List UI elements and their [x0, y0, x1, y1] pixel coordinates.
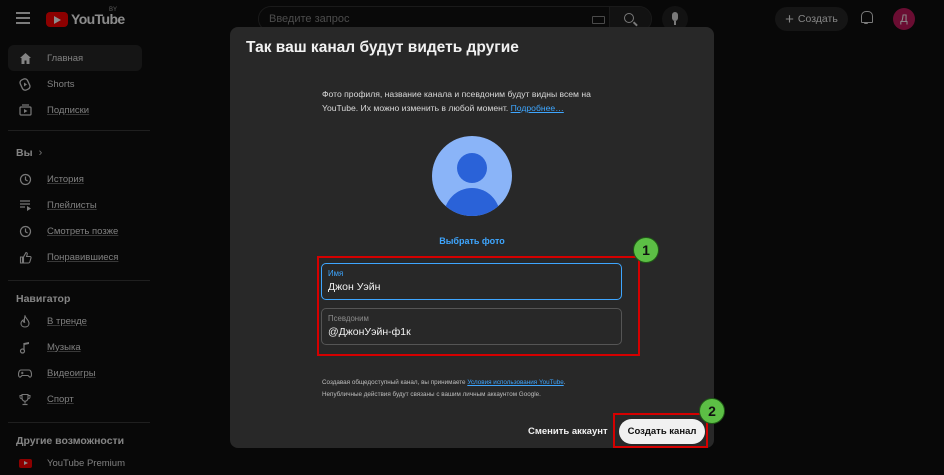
default-avatar-body [444, 188, 500, 216]
default-avatar-icon [457, 153, 487, 183]
learn-more-link[interactable]: Подробнее… [511, 103, 564, 113]
dialog-title: Так ваш канал будут видеть другие [246, 39, 519, 56]
terms-suffix: . [563, 379, 566, 386]
terms-line-2: Непубличные действия будут связаны с ваш… [322, 391, 541, 398]
annotation-highlight-fields [317, 256, 640, 356]
switch-account-button[interactable]: Сменить аккаунт [528, 426, 608, 437]
terms-of-service-link[interactable]: Условия использования YouTube [467, 379, 563, 386]
terms-notice: Создавая общедоступный канал, вы принима… [322, 377, 622, 401]
choose-photo-button[interactable]: Выбрать фото [420, 236, 524, 246]
terms-prefix: Создавая общедоступный канал, вы принима… [322, 379, 466, 386]
annotation-step-badge: 1 [633, 237, 659, 263]
annotation-step-badge: 2 [699, 398, 725, 424]
profile-picture-placeholder[interactable] [432, 136, 512, 216]
dialog-description: Фото профиля, название канала и псевдони… [322, 87, 622, 115]
annotation-highlight-create-button [613, 413, 708, 448]
